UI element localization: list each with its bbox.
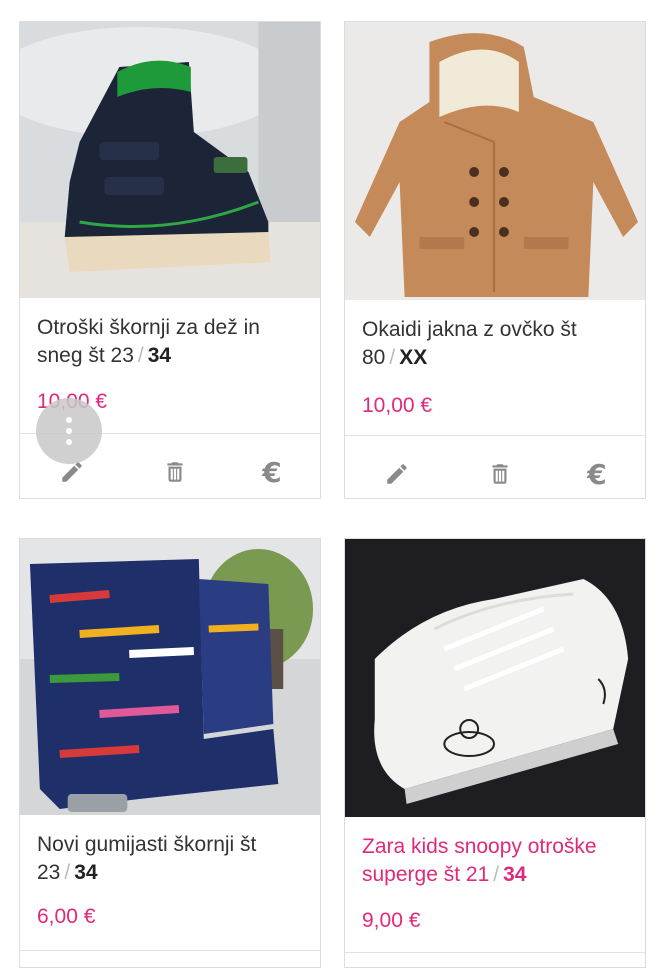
listing-size: 34 [147, 344, 172, 367]
listing-photo[interactable] [20, 539, 320, 815]
divider [345, 952, 645, 953]
listing-photo[interactable] [345, 539, 645, 817]
listing-photo[interactable] [345, 22, 645, 300]
listing-title[interactable]: Okaidi jakna z ovčko št 80/XX [362, 316, 635, 372]
more-vertical-icon-dot [66, 439, 72, 445]
title-separator: / [389, 346, 396, 369]
price-button[interactable]: € [252, 452, 292, 492]
listing-title[interactable]: Novi gumijasti škornji št 23/34 [37, 831, 310, 887]
delete-button[interactable] [480, 454, 520, 494]
listing-card[interactable]: Zara kids snoopy otroške superge št 21/3… [344, 538, 646, 968]
listing-size: XX [399, 346, 428, 369]
boots-photo-image [20, 22, 320, 298]
listing-price: 10,00 € [362, 394, 433, 417]
listing-size: 34 [503, 863, 527, 886]
jacket-photo-image [345, 22, 645, 300]
price-button[interactable]: € [577, 454, 617, 494]
more-vertical-icon [66, 417, 72, 423]
title-separator: / [493, 863, 500, 886]
pencil-icon [387, 464, 407, 484]
delete-button[interactable] [155, 452, 195, 492]
listing-photo[interactable] [20, 22, 320, 298]
listing-title[interactable]: Otroški škornji za dež in sneg št 23/34 [37, 314, 310, 370]
title-separator: / [137, 344, 144, 367]
euro-icon: € [587, 457, 607, 491]
euro-icon: € [262, 455, 282, 489]
listing-title[interactable]: Zara kids snoopy otroške superge št 21/3… [362, 833, 635, 889]
listing-price: 9,00 € [362, 909, 421, 932]
trash-icon [167, 462, 183, 482]
more-options-button[interactable] [36, 398, 102, 464]
rain-boots-photo-image [20, 539, 320, 815]
more-vertical-icon-dot [66, 428, 72, 434]
listing-card[interactable]: Novi gumijasti škornji št 23/34 6,00 € [19, 538, 321, 968]
divider [20, 950, 320, 951]
listing-price: 6,00 € [37, 905, 96, 928]
trash-icon [492, 464, 508, 484]
sneakers-photo-image [345, 539, 645, 817]
divider [345, 435, 645, 436]
listing-title-text: Zara kids snoopy otroške superge št 21 [362, 835, 597, 886]
edit-button[interactable] [377, 454, 417, 494]
title-separator: / [64, 861, 71, 884]
listing-size: 34 [74, 861, 98, 884]
listing-card[interactable]: Okaidi jakna z ovčko št 80/XX 10,00 € € [344, 21, 646, 499]
